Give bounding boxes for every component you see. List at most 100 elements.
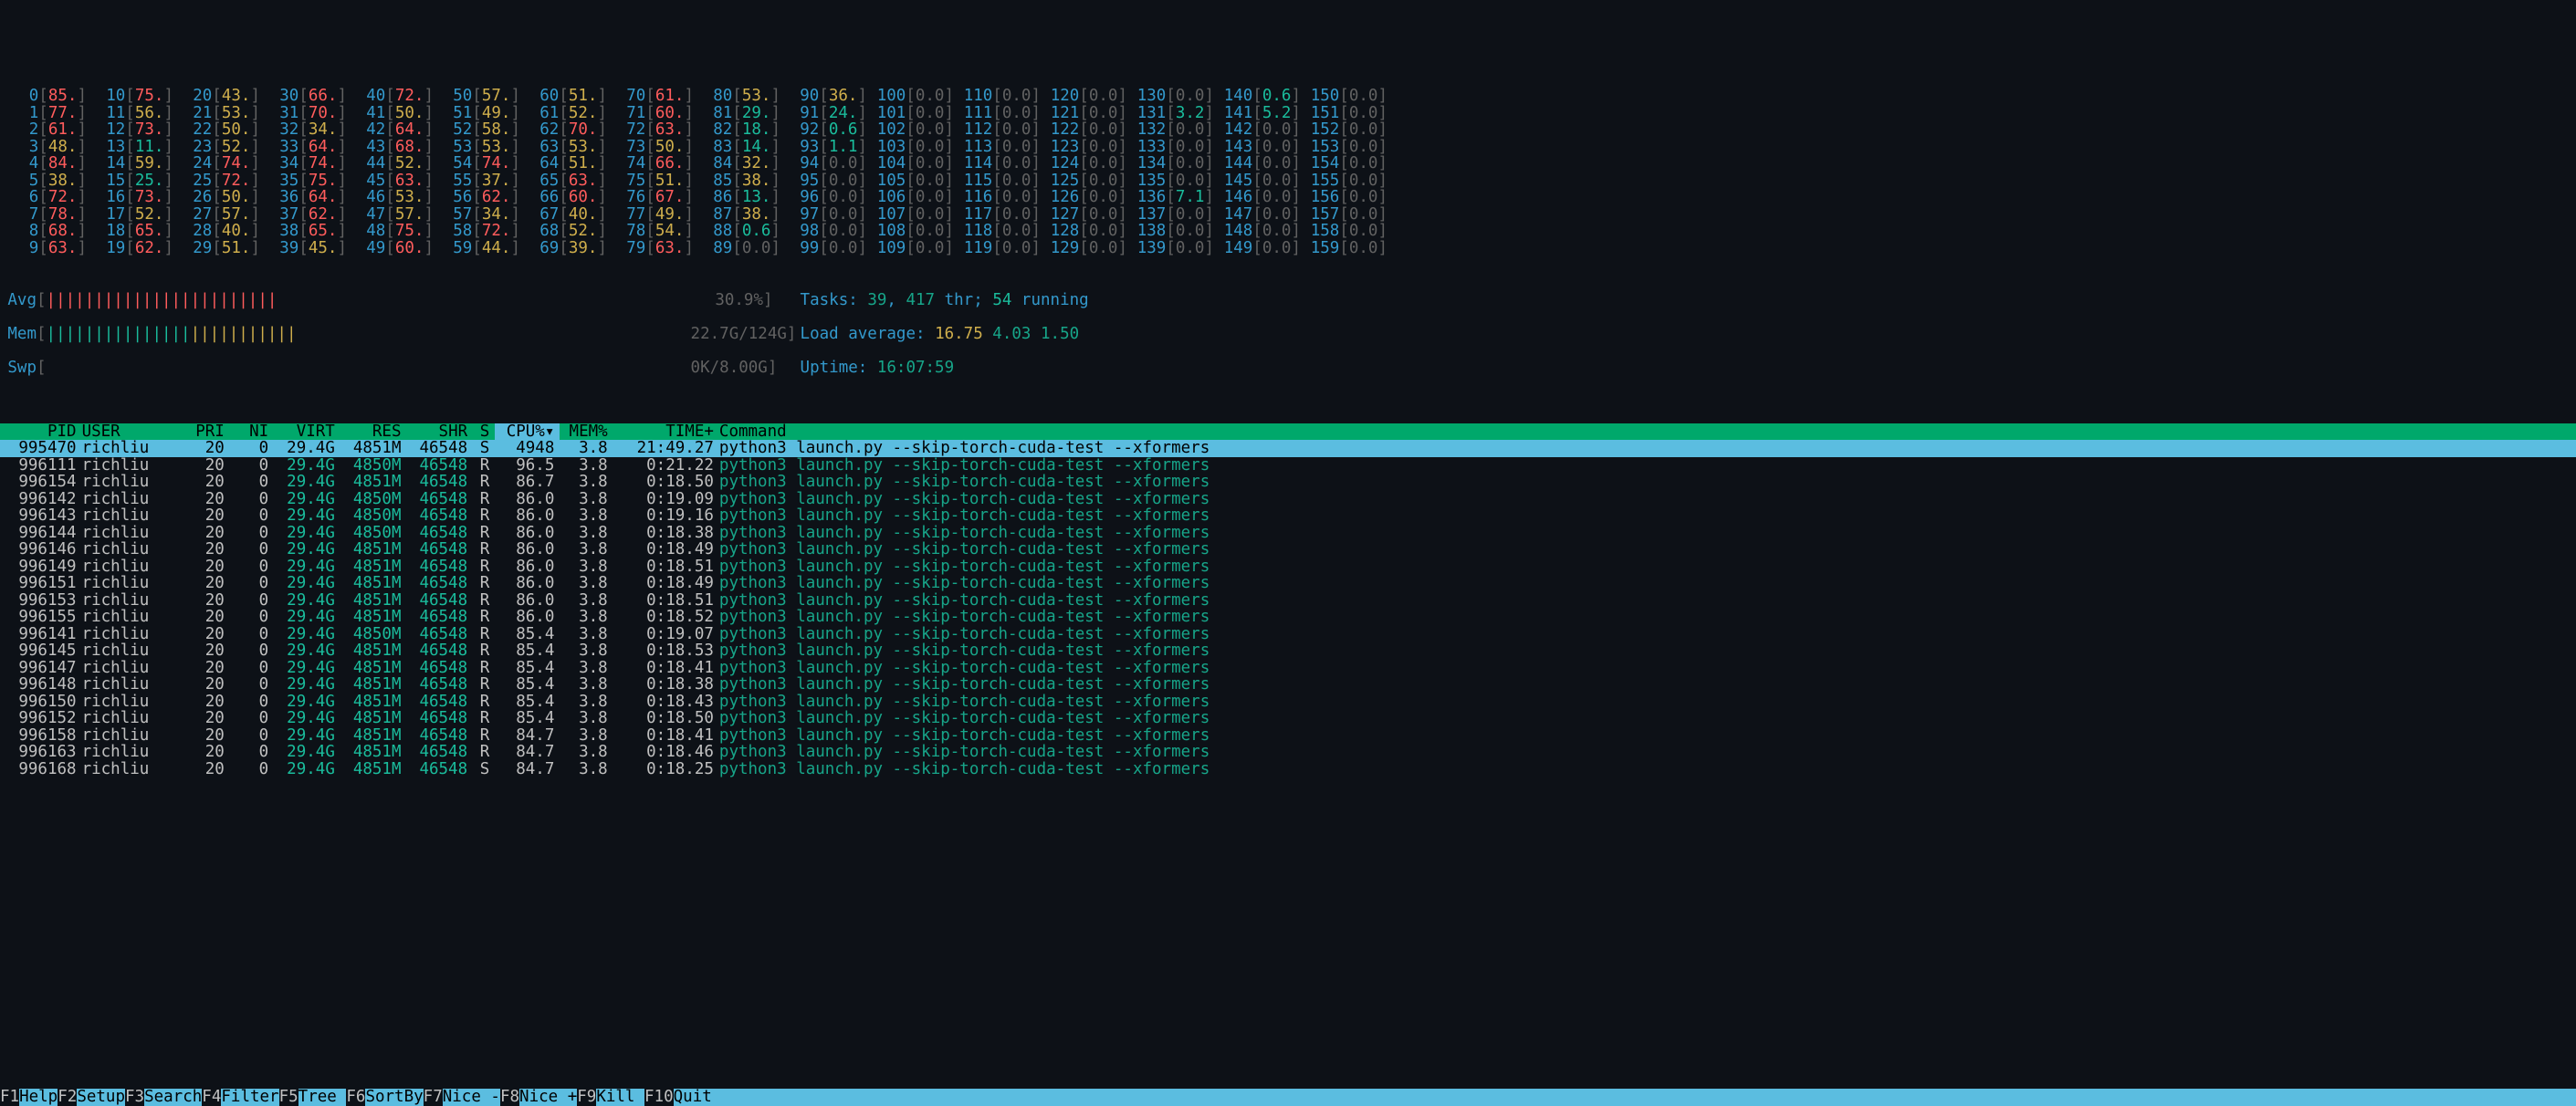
cpu-core-64: 64[51.] [520,155,607,172]
cpu-core-156: 156[0.0] [1301,189,1387,206]
process-row[interactable]: 996145richliu20029.4G4851M46548R85.43.80… [0,642,2576,660]
fkey-F5[interactable]: F5 [279,1088,298,1106]
process-row[interactable]: 996153richliu20029.4G4851M46548R86.03.80… [0,592,2576,610]
cpu-core-129: 129[0.0] [1041,240,1127,257]
fkey-F1[interactable]: F1 [0,1088,19,1106]
cpu-core-107: 107[0.0] [867,206,954,224]
fkey-F4[interactable]: F4 [202,1088,221,1106]
col-pri[interactable]: PRI [182,423,230,441]
process-row[interactable]: 996146richliu20029.4G4851M46548R86.03.80… [0,541,2576,558]
cpu-core-26: 26[50.] [173,189,260,206]
cpu-core-6: 6[72.] [0,189,87,206]
cpu-core-61: 61[52.] [520,105,607,122]
cpu-core-99: 99[0.0] [780,240,867,257]
fkey-F2[interactable]: F2 [58,1088,77,1106]
swp-value: 0K/8.00G] [691,360,773,377]
bracket-open: [ [37,360,47,377]
cpu-core-28: 28[40.] [173,223,260,240]
cpu-core-72: 72[63.] [607,121,694,139]
fkey-F6[interactable]: F6 [346,1088,365,1106]
cpu-core-114: 114[0.0] [954,155,1041,172]
cpu-core-41: 41[50.] [347,105,434,122]
cpu-core-140: 140[0.6] [1214,88,1301,105]
fkey-F10[interactable]: F10 [644,1088,674,1106]
col-ni[interactable]: NI [230,423,274,441]
process-row[interactable]: 996150richliu20029.4G4851M46548R85.43.80… [0,694,2576,711]
cpu-core-104: 104[0.0] [867,155,954,172]
cpu-core-131: 131[3.2] [1127,105,1214,122]
col-time[interactable]: TIME+ [613,423,719,441]
cpu-core-93: 93[1.1] [780,139,867,156]
mem-label: Mem [0,326,37,343]
fkey-F9[interactable]: F9 [577,1088,596,1106]
cpu-core-46: 46[53.] [347,189,434,206]
process-row[interactable]: 996155richliu20029.4G4851M46548R86.03.80… [0,609,2576,626]
cpu-core-79: 79[63.] [607,240,694,257]
cpu-core-87: 87[38.] [694,206,780,224]
cpu-core-23: 23[52.] [173,139,260,156]
cpu-core-102: 102[0.0] [867,121,954,139]
cpu-core-94: 94[0.0] [780,155,867,172]
cpu-core-103: 103[0.0] [867,139,954,156]
cpu-core-63: 63[53.] [520,139,607,156]
cpu-core-128: 128[0.0] [1041,223,1127,240]
loadavg-line: Load average: 16.75 4.03 1.50 [801,326,1080,343]
process-row[interactable]: 996148richliu20029.4G4851M46548R85.43.80… [0,676,2576,694]
process-row[interactable]: 996152richliu20029.4G4851M46548R85.43.80… [0,710,2576,727]
cpu-core-5: 5[38.] [0,172,87,190]
cpu-core-58: 58[72.] [434,223,520,240]
cpu-core-50: 50[57.] [434,88,520,105]
process-row[interactable]: 996149richliu20029.4G4851M46548R86.03.80… [0,558,2576,576]
process-table[interactable]: PID USER PRI NI VIRT RES SHR S CPU%▾ MEM… [0,423,2576,778]
cpu-core-89: 89[0.0] [694,240,780,257]
cpu-core-2: 2[61.] [0,121,87,139]
cpu-core-150: 150[0.0] [1301,88,1387,105]
process-row[interactable]: 996143richliu20029.4G4850M46548R86.03.80… [0,507,2576,525]
avg-value: 30.9%] [691,292,773,309]
col-mem[interactable]: MEM% [560,423,613,441]
process-row[interactable]: 996144richliu20029.4G4850M46548R86.03.80… [0,525,2576,542]
process-row[interactable]: 996147richliu20029.4G4851M46548R85.43.80… [0,660,2576,677]
process-row[interactable]: 996111richliu20029.4G4850M46548R96.53.80… [0,457,2576,475]
cpu-core-13: 13[11.] [87,139,173,156]
cpu-core-155: 155[0.0] [1301,172,1387,190]
col-virt[interactable]: VIRT [274,423,340,441]
col-cpu[interactable]: CPU%▾ [495,423,560,441]
fkey-F3[interactable]: F3 [125,1088,144,1106]
cpu-core-135: 135[0.0] [1127,172,1214,190]
cpu-core-27: 27[57.] [173,206,260,224]
process-row[interactable]: 996168richliu20029.4G4851M46548S84.73.80… [0,761,2576,778]
col-shr[interactable]: SHR [407,423,474,441]
cpu-core-141: 141[5.2] [1214,105,1301,122]
process-row[interactable]: 996154richliu20029.4G4851M46548R86.73.80… [0,474,2576,491]
cpu-core-139: 139[0.0] [1127,240,1214,257]
col-pid[interactable]: PID [0,423,82,441]
cpu-core-77: 77[49.] [607,206,694,224]
cpu-core-82: 82[18.] [694,121,780,139]
cpu-core-136: 136[7.1] [1127,189,1214,206]
process-row[interactable]: 996163richliu20029.4G4851M46548R84.73.80… [0,744,2576,761]
process-row[interactable]: 996142richliu20029.4G4850M46548R86.03.80… [0,491,2576,508]
function-keys[interactable]: F1HelpF2SetupF3SearchF4FilterF5Tree F6So… [0,1089,2576,1106]
col-res[interactable]: RES [340,423,407,441]
cpu-core-40: 40[72.] [347,88,434,105]
cpu-core-118: 118[0.0] [954,223,1041,240]
process-row[interactable]: 996141richliu20029.4G4850M46548R85.43.80… [0,626,2576,643]
cpu-core-100: 100[0.0] [867,88,954,105]
cpu-core-4: 4[84.] [0,155,87,172]
cpu-core-113: 113[0.0] [954,139,1041,156]
cpu-core-130: 130[0.0] [1127,88,1214,105]
cpu-core-159: 159[0.0] [1301,240,1387,257]
cpu-core-43: 43[68.] [347,139,434,156]
col-cmd[interactable]: Command [719,423,2576,441]
fkey-F7[interactable]: F7 [424,1088,443,1106]
fkey-F8[interactable]: F8 [500,1088,519,1106]
col-user[interactable]: USER [82,423,182,441]
process-row[interactable]: 996158richliu20029.4G4851M46548R84.73.80… [0,727,2576,745]
process-row[interactable]: 995470richliu20029.4G4851M46548S49483.82… [0,440,2576,457]
cpu-core-20: 20[43.] [173,88,260,105]
process-header[interactable]: PID USER PRI NI VIRT RES SHR S CPU%▾ MEM… [0,423,2576,441]
col-s[interactable]: S [473,423,495,441]
cpu-core-111: 111[0.0] [954,105,1041,122]
process-row[interactable]: 996151richliu20029.4G4851M46548R86.03.80… [0,575,2576,592]
